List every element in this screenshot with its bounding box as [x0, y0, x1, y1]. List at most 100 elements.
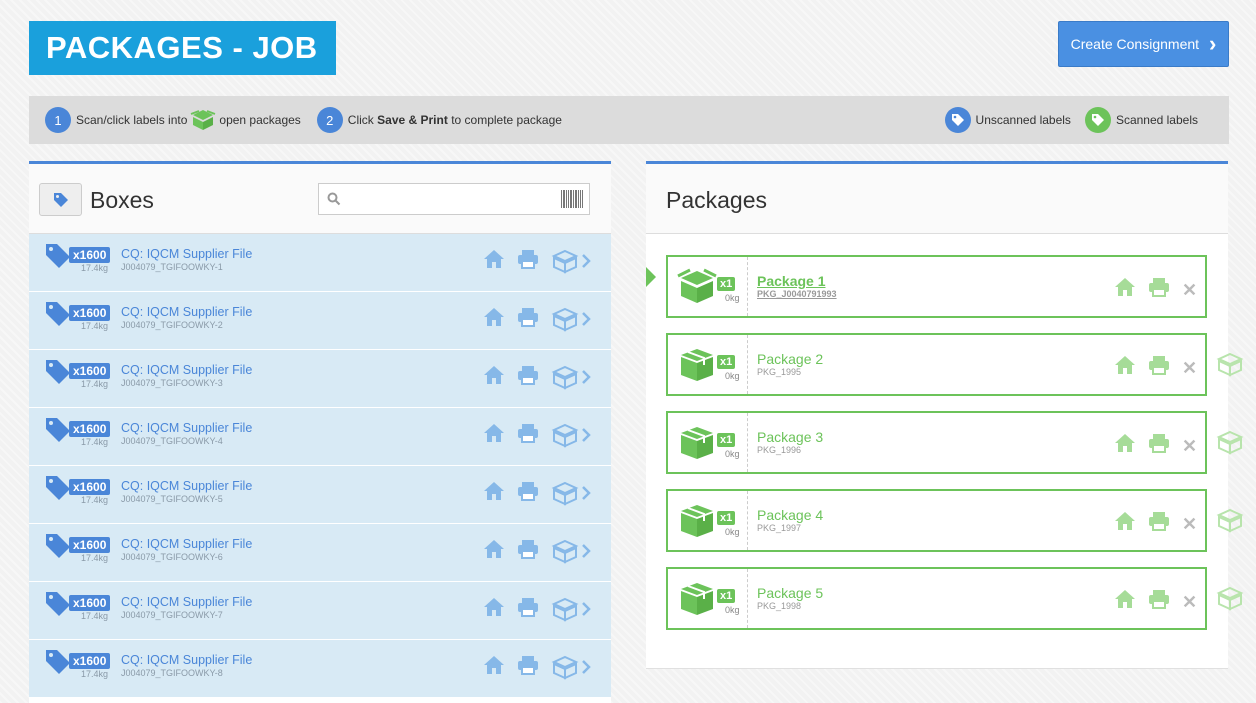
add-to-package-icon[interactable] — [551, 422, 591, 448]
box-code: J004079_TGIFOOWKY-7 — [121, 610, 223, 620]
home-icon[interactable] — [483, 307, 505, 332]
open-package-icon[interactable] — [1216, 351, 1244, 377]
box-weight: 17.4kg — [81, 437, 109, 447]
printer-icon[interactable] — [517, 655, 539, 680]
box-weight: 17.4kg — [81, 611, 109, 621]
box-row[interactable]: x1600 17.4kg CQ: IQCM Supplier File J004… — [29, 466, 611, 524]
close-icon[interactable]: ✕ — [1182, 437, 1197, 455]
home-icon[interactable] — [483, 249, 505, 274]
close-icon[interactable]: ✕ — [1182, 593, 1197, 611]
active-package-pointer — [646, 267, 656, 287]
package-code: PKG_1995 — [757, 367, 802, 377]
printer-icon[interactable] — [517, 481, 539, 506]
printer-icon[interactable] — [1148, 433, 1170, 458]
box-name[interactable]: CQ: IQCM Supplier File — [121, 247, 252, 261]
home-icon[interactable] — [1114, 277, 1136, 302]
box-row[interactable]: x1600 17.4kg CQ: IQCM Supplier File J004… — [29, 408, 611, 466]
package-card[interactable]: x1 0kg Package 4 PKG_1997 ✕ — [666, 489, 1244, 552]
step-2-text-post: to complete package — [451, 113, 562, 127]
close-icon[interactable]: ✕ — [1182, 515, 1197, 533]
package-name[interactable]: Package 2 — [757, 351, 823, 367]
package-weight: 0kg — [725, 527, 740, 537]
add-to-package-icon[interactable] — [551, 306, 591, 332]
scanned-tag-icon — [1084, 107, 1111, 133]
add-to-package-icon[interactable] — [551, 654, 591, 680]
box-name[interactable]: CQ: IQCM Supplier File — [121, 595, 252, 609]
add-to-package-icon[interactable] — [551, 538, 591, 564]
printer-icon[interactable] — [517, 249, 539, 274]
add-to-package-icon[interactable] — [551, 596, 591, 622]
printer-icon[interactable] — [517, 597, 539, 622]
home-icon[interactable] — [1114, 511, 1136, 536]
box-name[interactable]: CQ: IQCM Supplier File — [121, 537, 252, 551]
home-icon[interactable] — [1114, 589, 1136, 614]
box-name[interactable]: CQ: IQCM Supplier File — [121, 363, 252, 377]
open-box-icon — [190, 108, 216, 132]
printer-icon[interactable] — [517, 307, 539, 332]
create-consignment-button[interactable]: Create Consignment › — [1058, 21, 1229, 67]
home-icon[interactable] — [483, 365, 505, 390]
box-name[interactable]: CQ: IQCM Supplier File — [121, 479, 252, 493]
box-name[interactable]: CQ: IQCM Supplier File — [121, 421, 252, 435]
printer-icon[interactable] — [1148, 511, 1170, 536]
barcode-icon[interactable] — [561, 190, 583, 208]
package-name[interactable]: Package 5 — [757, 585, 823, 601]
box-code: J004079_TGIFOOWKY-1 — [121, 262, 223, 272]
box-quantity: x1600 — [69, 479, 111, 495]
home-icon[interactable] — [483, 539, 505, 564]
printer-icon[interactable] — [1148, 277, 1170, 302]
package-quantity: x1 — [717, 277, 736, 291]
add-to-package-icon[interactable] — [551, 248, 591, 274]
box-quantity: x1600 — [69, 653, 111, 669]
home-icon[interactable] — [483, 423, 505, 448]
box-name[interactable]: CQ: IQCM Supplier File — [121, 653, 252, 667]
tag-filter-button[interactable] — [39, 183, 82, 216]
box-quantity: x1600 — [69, 305, 111, 321]
home-icon[interactable] — [483, 481, 505, 506]
box-quantity: x1600 — [69, 247, 111, 263]
package-card[interactable]: x1 0kg Package 5 PKG_1998 ✕ — [666, 567, 1244, 630]
package-card[interactable]: x1 0kg Package 2 PKG_1995 ✕ — [666, 333, 1244, 396]
home-icon[interactable] — [483, 655, 505, 680]
box-row[interactable]: x1600 17.4kg CQ: IQCM Supplier File J004… — [29, 350, 611, 408]
tag-icon — [46, 534, 70, 558]
box-row[interactable]: x1600 17.4kg CQ: IQCM Supplier File J004… — [29, 582, 611, 640]
box-search[interactable] — [318, 183, 590, 215]
printer-icon[interactable] — [517, 423, 539, 448]
box-quantity: x1600 — [69, 537, 111, 553]
step-1-text-post: open packages — [219, 113, 301, 127]
box-weight: 17.4kg — [81, 263, 109, 273]
tag-icon — [46, 244, 70, 268]
open-box-icon — [677, 268, 717, 303]
package-name[interactable]: Package 3 — [757, 429, 823, 445]
printer-icon[interactable] — [517, 539, 539, 564]
open-package-icon[interactable] — [1216, 507, 1244, 533]
box-code: J004079_TGIFOOWKY-3 — [121, 378, 223, 388]
package-icon-area: x1 0kg — [668, 335, 748, 394]
printer-icon[interactable] — [1148, 355, 1170, 380]
search-input[interactable] — [347, 184, 547, 212]
printer-icon[interactable] — [1148, 589, 1170, 614]
package-card[interactable]: x1 0kg Package 3 PKG_1996 ✕ — [666, 411, 1244, 474]
home-icon[interactable] — [1114, 433, 1136, 458]
close-icon[interactable]: ✕ — [1182, 281, 1197, 299]
printer-icon[interactable] — [517, 365, 539, 390]
home-icon[interactable] — [1114, 355, 1136, 380]
tag-icon — [46, 650, 70, 674]
add-to-package-icon[interactable] — [551, 480, 591, 506]
box-row[interactable]: x1600 17.4kg CQ: IQCM Supplier File J004… — [29, 292, 611, 350]
open-package-icon[interactable] — [1216, 585, 1244, 611]
package-card[interactable]: x1 0kg Package 1 PKG_J0040791993 ✕ — [666, 255, 1207, 318]
open-package-icon[interactable] — [1216, 429, 1244, 455]
add-to-package-icon[interactable] — [551, 364, 591, 390]
step-1-number: 1 — [45, 107, 71, 133]
close-icon[interactable]: ✕ — [1182, 359, 1197, 377]
home-icon[interactable] — [483, 597, 505, 622]
box-row[interactable]: x1600 17.4kg CQ: IQCM Supplier File J004… — [29, 524, 611, 582]
package-name[interactable]: Package 4 — [757, 507, 823, 523]
box-row[interactable]: x1600 17.4kg CQ: IQCM Supplier File J004… — [29, 234, 611, 292]
instructions-bar: 1 Scan/click labels into open packages 2… — [29, 96, 1229, 144]
package-name[interactable]: Package 1 — [757, 273, 826, 289]
box-row[interactable]: x1600 17.4kg CQ: IQCM Supplier File J004… — [29, 640, 611, 698]
box-name[interactable]: CQ: IQCM Supplier File — [121, 305, 252, 319]
